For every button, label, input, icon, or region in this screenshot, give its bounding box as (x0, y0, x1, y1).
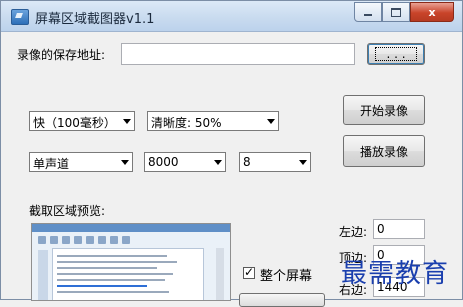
preview-label: 截取区域预览: (29, 204, 106, 218)
preview-tool-icon (110, 236, 118, 244)
speed-value: 快（100毫秒） (33, 116, 116, 130)
preview-tool-icon (122, 236, 130, 244)
channel-value: 单声道 (33, 157, 70, 171)
play-record-button[interactable]: 播放录像 (343, 135, 425, 167)
preview-row (57, 255, 167, 257)
close-icon: x (428, 5, 436, 19)
chevron-down-icon (299, 160, 307, 165)
preview-row-selected (57, 285, 147, 287)
sample-rate-value: 8000 (148, 155, 179, 169)
start-record-label: 开始录像 (359, 103, 408, 118)
start-record-button[interactable]: 开始录像 (343, 95, 425, 125)
preview-toolbar (38, 236, 168, 244)
maximize-icon (391, 7, 401, 17)
watermark-logo: 最需教育 (341, 259, 450, 289)
caption-buttons: x (354, 2, 454, 22)
preview-content (52, 248, 204, 300)
region-preview (31, 223, 231, 301)
left-edge-input[interactable]: 0 (373, 219, 425, 239)
channel-select[interactable]: 单声道 (29, 152, 133, 172)
left-edge-label: 左边: (339, 225, 368, 239)
preview-row (57, 267, 157, 269)
preview-tool-icon (62, 236, 70, 244)
chevron-down-icon (121, 160, 129, 165)
fullscreen-checkbox[interactable] (243, 265, 255, 279)
preview-tool-icon (50, 236, 58, 244)
sample-rate-select[interactable]: 8000 (144, 152, 226, 172)
minimize-icon (364, 14, 372, 16)
browse-label: . . . (375, 47, 417, 61)
preview-row (57, 261, 177, 263)
preview-scrollbar (216, 248, 224, 300)
preview-tool-icon (98, 236, 106, 244)
minimize-button[interactable] (354, 2, 382, 22)
title-bar[interactable]: 屏幕区域截图器v1.1 x (1, 1, 462, 32)
preview-tool-icon (74, 236, 82, 244)
app-window: 屏幕区域截图器v1.1 x 录像的保存地址: . . . 快（100毫秒） 清晰… (0, 0, 463, 307)
save-path-label: 录像的保存地址: (17, 48, 106, 62)
bits-value: 8 (243, 155, 251, 169)
chevron-down-icon (123, 119, 131, 124)
preview-row (57, 279, 165, 281)
save-path-input[interactable] (121, 43, 355, 65)
fullscreen-label: 整个屏幕 (260, 269, 313, 284)
window-title: 屏幕区域截图器v1.1 (35, 12, 155, 27)
app-icon (11, 9, 29, 25)
maximize-button[interactable] (382, 2, 410, 22)
secondary-button[interactable] (239, 293, 325, 307)
preview-tool-icon (86, 236, 94, 244)
browse-button[interactable]: . . . (367, 43, 425, 65)
chevron-down-icon (267, 119, 275, 124)
preview-tool-icon (38, 236, 46, 244)
preview-row (57, 273, 173, 275)
clarity-select[interactable]: 清晰度: 50% (147, 111, 279, 131)
preview-sidebar (38, 250, 48, 300)
preview-row (57, 291, 169, 293)
speed-select[interactable]: 快（100毫秒） (29, 111, 135, 131)
bits-select[interactable]: 8 (239, 152, 311, 172)
chevron-down-icon (214, 160, 222, 165)
clarity-value: 清晰度: 50% (151, 116, 222, 130)
left-edge-value: 0 (377, 222, 385, 236)
preview-titlebar (32, 224, 230, 232)
close-button[interactable]: x (410, 2, 454, 22)
play-record-label: 播放录像 (359, 144, 408, 159)
